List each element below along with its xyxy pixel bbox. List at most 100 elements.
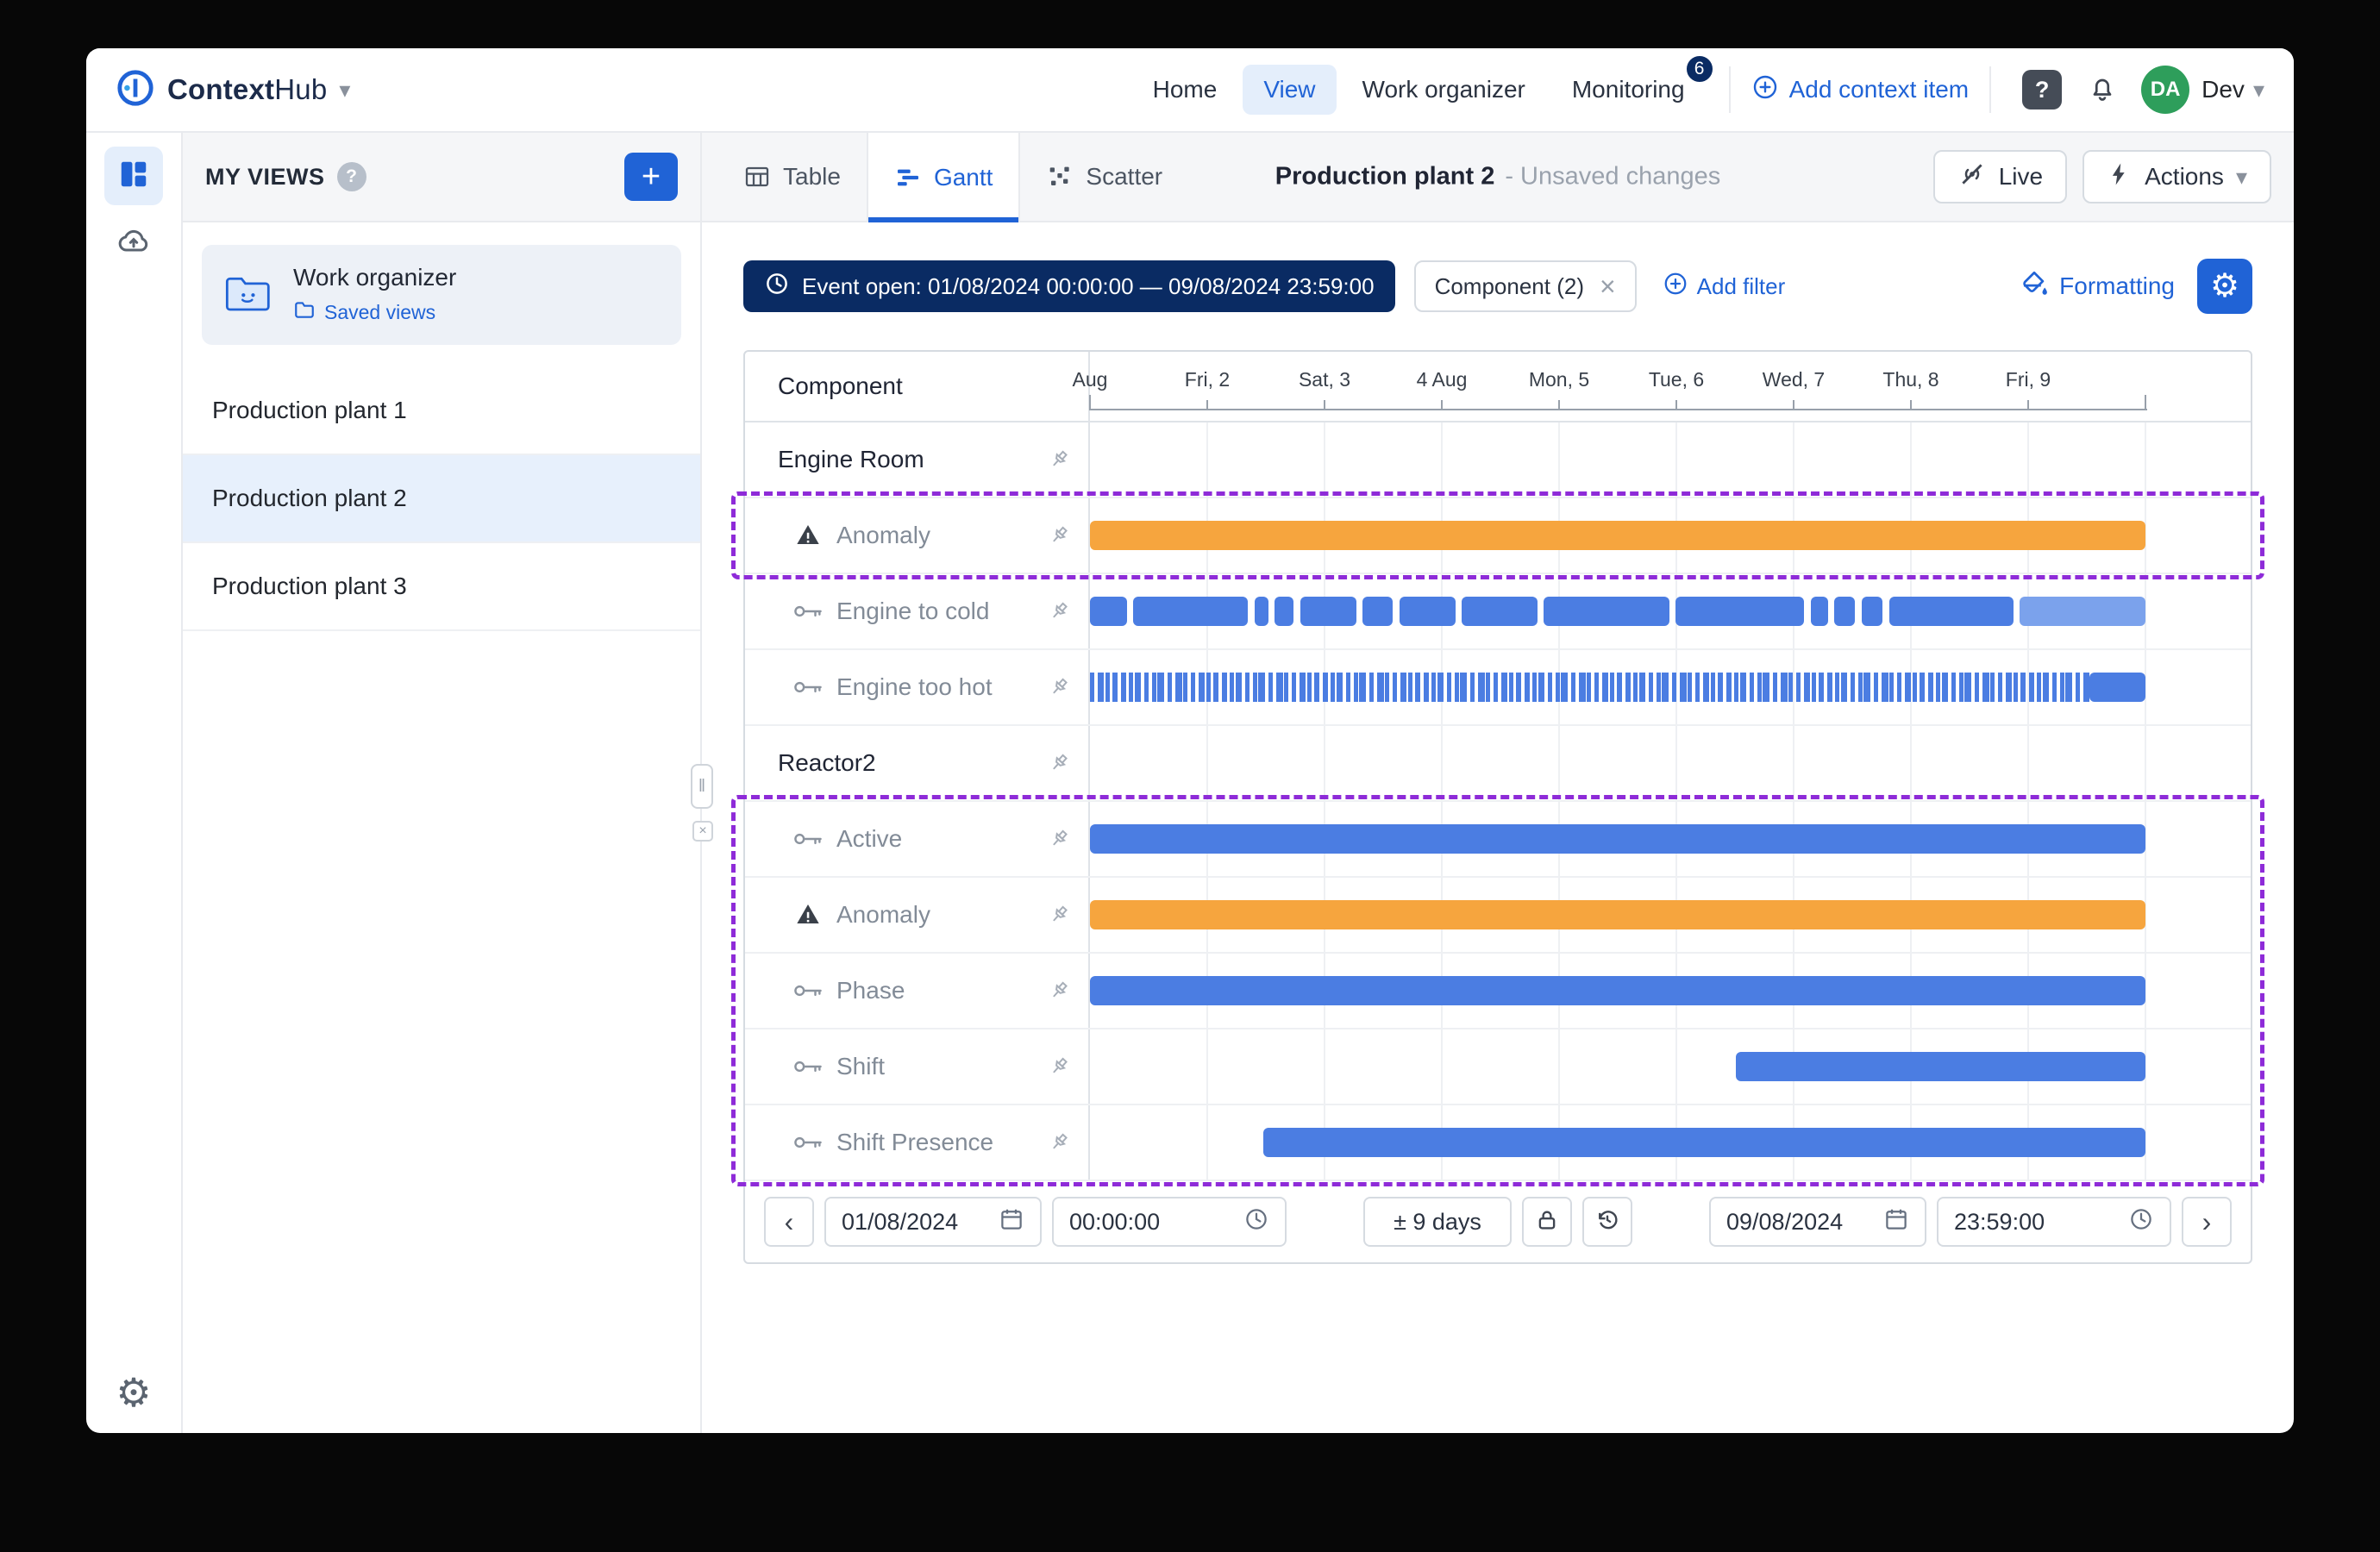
formatting-button[interactable]: Formatting	[2020, 269, 2175, 304]
tab-table[interactable]: Table	[717, 133, 867, 221]
gantt-bar[interactable]	[1811, 597, 1828, 626]
actions-button[interactable]: Actions ▾	[2082, 150, 2271, 203]
gantt-bar[interactable]	[1133, 597, 1248, 626]
range-controls: ± 9 days	[1363, 1197, 1632, 1247]
gantt-bar[interactable]	[1090, 673, 2089, 702]
work-organizer-card[interactable]: Work organizer Saved views	[202, 245, 681, 345]
brand[interactable]: ContextHub ▾	[116, 68, 350, 112]
component-filter-chip[interactable]: Component (2) ×	[1414, 260, 1637, 312]
gantt-bar[interactable]	[1090, 597, 1127, 626]
tab-scatter[interactable]: Scatter	[1020, 133, 1188, 221]
nav-item-work-organizer[interactable]: Work organizer	[1342, 65, 1546, 115]
rail-cloud-button[interactable]	[104, 214, 163, 272]
help-icon[interactable]: ?	[337, 162, 366, 191]
gantt-bar[interactable]	[1544, 597, 1669, 626]
row-timeline	[1090, 574, 2251, 648]
pin-icon[interactable]	[1047, 1130, 1071, 1155]
nav-item-view[interactable]: View	[1243, 65, 1336, 115]
gantt-bar[interactable]	[1889, 597, 2014, 626]
settings-gear-icon[interactable]: ⚙	[116, 1373, 151, 1412]
row-timeline	[1090, 954, 2251, 1028]
gear-icon: ⚙	[2210, 270, 2239, 303]
gantt-bar[interactable]	[1300, 597, 1356, 626]
brand-chevron-down-icon[interactable]: ▾	[339, 77, 350, 103]
gantt-bar[interactable]	[1834, 597, 1855, 626]
close-icon[interactable]: ×	[1600, 272, 1616, 300]
tab-gantt[interactable]: Gantt	[867, 133, 1020, 222]
gantt-bar[interactable]	[1090, 900, 2145, 929]
nav-item-home[interactable]: Home	[1132, 65, 1238, 115]
axis-tick	[2145, 395, 2146, 410]
panel-collapse-button[interactable]: ×	[692, 821, 713, 842]
my-views-title: MY VIEWS	[205, 164, 325, 191]
help-button[interactable]: ?	[2017, 65, 2067, 115]
add-filter-button[interactable]: Add filter	[1663, 271, 1786, 303]
live-off-icon	[1957, 160, 1987, 195]
avatar[interactable]: DA	[2141, 66, 2189, 114]
gantt-bar[interactable]	[1090, 976, 2145, 1005]
range-field[interactable]: ± 9 days	[1363, 1197, 1512, 1247]
view-item-production-plant-1[interactable]: Production plant 1	[183, 367, 700, 455]
gantt-bar[interactable]	[1090, 824, 2145, 854]
start-time-field[interactable]: 00:00:00	[1052, 1197, 1287, 1247]
history-button[interactable]	[1582, 1197, 1632, 1247]
gantt-bar[interactable]	[1862, 597, 1882, 626]
gantt-panel: Component AugFri, 2Sat, 34 AugMon, 5Tue,…	[743, 350, 2252, 1264]
user-menu-chevron-icon[interactable]: ▾	[2253, 77, 2264, 103]
gantt-bar[interactable]	[1263, 1128, 2145, 1157]
views-list: Production plant 1Production plant 2Prod…	[183, 367, 700, 631]
signal-key-icon	[792, 602, 824, 621]
pin-icon[interactable]	[1047, 979, 1071, 1003]
gantt-bar[interactable]	[1090, 521, 2145, 550]
end-time-field[interactable]: 23:59:00	[1937, 1197, 2171, 1247]
notifications-button[interactable]	[2077, 65, 2127, 115]
pin-icon[interactable]	[1047, 675, 1071, 699]
gridline	[1558, 726, 1560, 800]
view-item-production-plant-2[interactable]: Production plant 2	[183, 455, 700, 543]
view-item-production-plant-3[interactable]: Production plant 3	[183, 543, 700, 631]
gantt-bar[interactable]	[2020, 597, 2145, 626]
gantt-bar[interactable]	[1675, 597, 1804, 626]
pin-icon[interactable]	[1047, 599, 1071, 623]
pin-icon[interactable]	[1047, 903, 1071, 927]
gantt-bar[interactable]	[1255, 597, 1268, 626]
gantt-bar[interactable]	[1462, 597, 1538, 626]
tabs: TableGanttScatter	[717, 133, 1188, 221]
row-label: Shift Presence	[836, 1129, 993, 1156]
lightning-icon	[2107, 161, 2133, 193]
pin-icon[interactable]	[1047, 1054, 1071, 1079]
end-date-field[interactable]: 09/08/2024	[1709, 1197, 1926, 1247]
chevron-down-icon: ▾	[2236, 164, 2247, 191]
pin-icon[interactable]	[1047, 827, 1071, 851]
event-filter-pill[interactable]: Event open: 01/08/2024 00:00:00 — 09/08/…	[743, 260, 1395, 312]
axis-tick	[1324, 400, 1325, 410]
pin-icon[interactable]	[1047, 447, 1071, 472]
panel-resize-handle[interactable]: ‖	[691, 764, 713, 809]
prev-button[interactable]: ‹	[764, 1197, 814, 1247]
gantt-axis: AugFri, 2Sat, 34 AugMon, 5Tue, 6Wed, 7Th…	[1090, 352, 2251, 421]
add-view-button[interactable]: +	[624, 153, 678, 201]
gantt-bar[interactable]	[1362, 597, 1393, 626]
gantt-bar[interactable]	[1736, 1052, 2145, 1081]
add-context-item-button[interactable]: Add context item	[1751, 73, 1970, 107]
gridline	[1324, 1029, 1325, 1104]
pin-icon[interactable]	[1047, 523, 1071, 548]
gantt-bar[interactable]	[1400, 597, 1456, 626]
row-label-cell: Anomaly	[745, 878, 1090, 952]
gantt-settings-button[interactable]: ⚙	[2197, 259, 2252, 314]
lock-button[interactable]	[1522, 1197, 1572, 1247]
start-date-field[interactable]: 01/08/2024	[824, 1197, 1042, 1247]
pin-icon[interactable]	[1047, 751, 1071, 775]
next-button[interactable]: ›	[2182, 1197, 2232, 1247]
gridline	[1324, 422, 1325, 497]
live-button[interactable]: Live	[1933, 150, 2067, 203]
gantt-bar[interactable]	[2089, 673, 2145, 702]
nav-item-monitoring[interactable]: Monitoring6	[1551, 65, 1706, 115]
gridline	[1206, 726, 1208, 800]
gantt-bar[interactable]	[1275, 597, 1293, 626]
axis-label: Fri, 2	[1185, 368, 1230, 391]
row-timeline	[1090, 1105, 2251, 1180]
saved-views-link[interactable]: Saved views	[293, 298, 456, 326]
divider	[1989, 66, 1991, 113]
rail-views-button[interactable]	[104, 147, 163, 205]
